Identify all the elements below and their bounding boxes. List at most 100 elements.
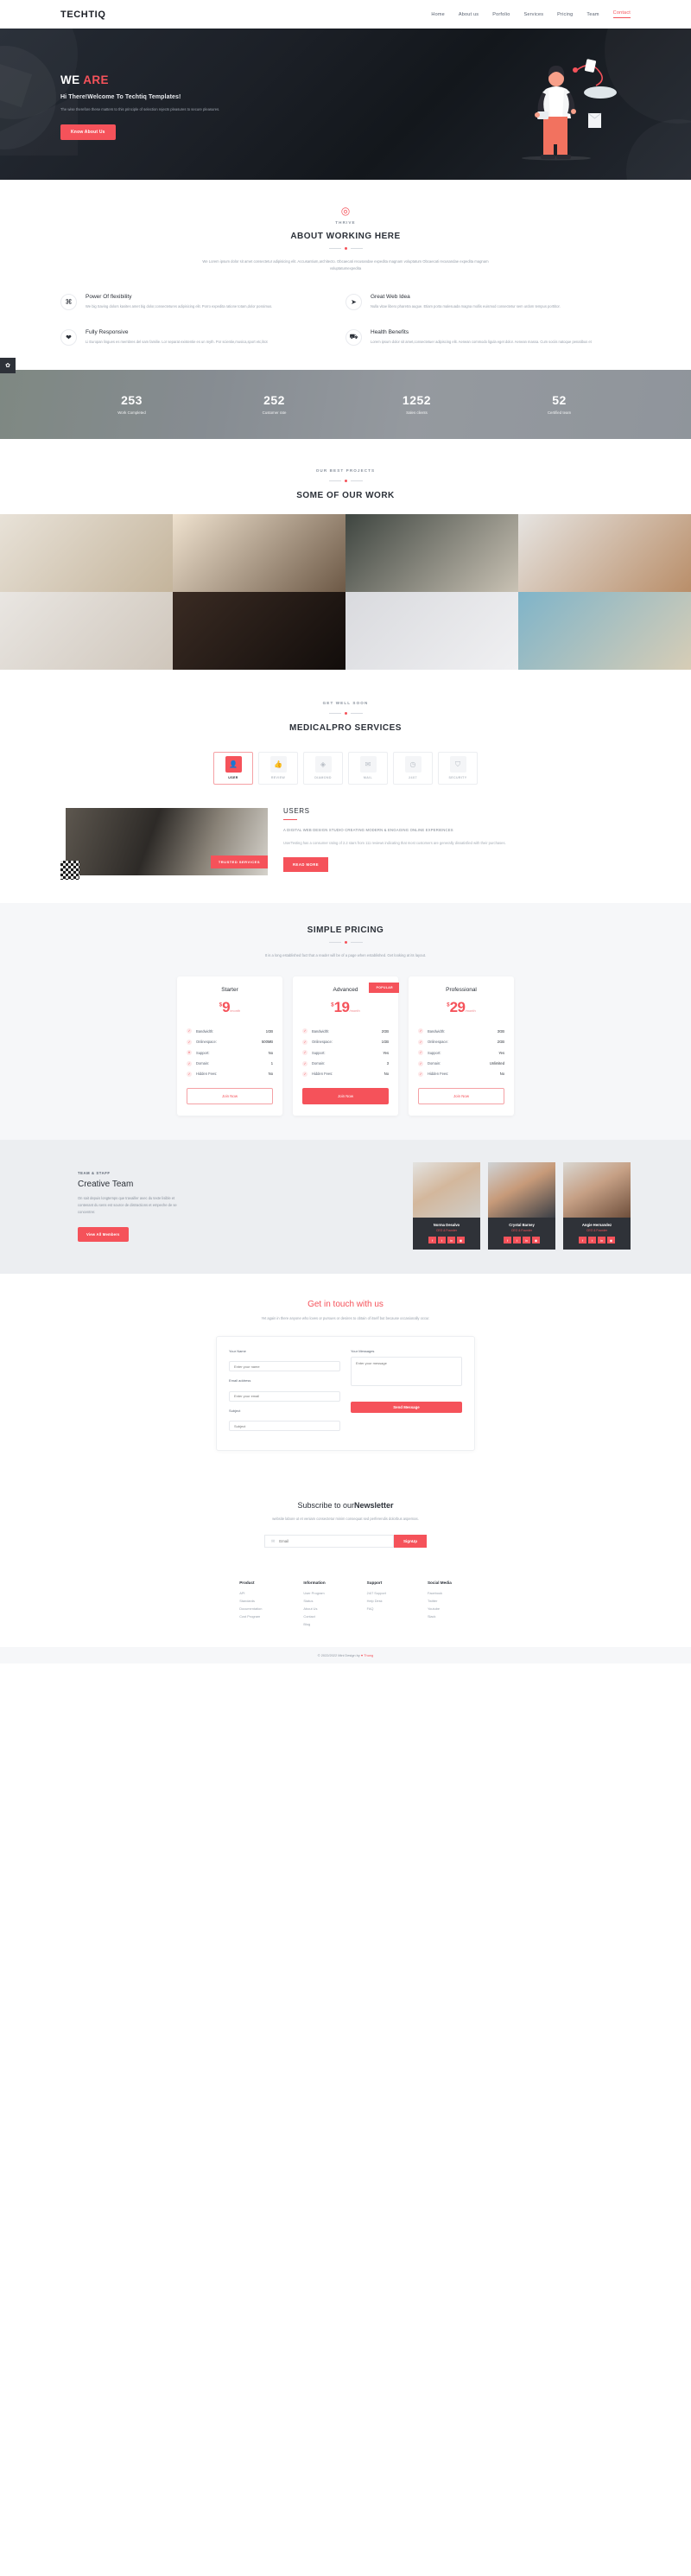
footer-link[interactable]: Blog — [303, 1622, 325, 1626]
name-input[interactable] — [229, 1361, 340, 1372]
footer-link[interactable]: API — [239, 1591, 262, 1595]
newsletter-email-input[interactable] — [279, 1539, 387, 1544]
pricing-subtitle: It is a long established fact that a rea… — [264, 952, 427, 957]
facebook-icon[interactable]: f — [428, 1237, 436, 1244]
twitter-icon[interactable]: t — [588, 1237, 596, 1244]
newsletter-signup-button[interactable]: SignUp — [394, 1535, 427, 1549]
service-panel-title: USERS — [283, 806, 310, 815]
portfolio-tile-dining-table[interactable] — [0, 591, 173, 670]
twitter-icon[interactable]: t — [513, 1237, 521, 1244]
nav-link-home[interactable]: Home — [431, 12, 444, 17]
portfolio-grid — [0, 513, 691, 670]
plan-amount: 29 — [449, 999, 466, 1016]
team-photo — [488, 1162, 555, 1218]
instagram-icon[interactable]: ◉ — [607, 1237, 615, 1244]
hero-kicker: WE ARE — [60, 73, 320, 86]
join-now-button[interactable]: Join Now — [302, 1088, 389, 1105]
footer-link[interactable]: About Us — [303, 1606, 325, 1611]
footer-link[interactable]: FAQ — [367, 1606, 386, 1611]
divider — [60, 940, 631, 944]
nav-link-services[interactable]: Services — [523, 12, 543, 17]
send-message-button[interactable]: Send Message — [351, 1401, 462, 1413]
plan-price: $9/month — [187, 999, 273, 1016]
nav-link-team[interactable]: Team — [586, 12, 599, 17]
view-all-members-button[interactable]: View All Members — [78, 1226, 129, 1242]
instagram-icon[interactable]: ◉ — [532, 1237, 540, 1244]
service-tab-mail[interactable]: ✉ MAIL — [348, 751, 388, 785]
about-description: We Lorem ipsum dolor sit amet consectetu… — [202, 259, 489, 271]
service-tab-security[interactable]: ⛉ SECURITY — [438, 751, 478, 785]
nav-link-pricing[interactable]: Pricing — [557, 12, 573, 17]
check-icon: ✓ — [187, 1071, 192, 1077]
portfolio-tile-man-jacket[interactable] — [173, 591, 346, 670]
plan-feature-label: Support: — [312, 1050, 326, 1055]
subject-label: Subject — [229, 1408, 241, 1413]
facebook-icon[interactable]: f — [504, 1237, 511, 1244]
copyright-pre: © 2022/2022 Mini Design by — [317, 1653, 361, 1658]
site-logo[interactable]: TECHTIQ — [60, 10, 105, 20]
join-now-button[interactable]: Join Now — [187, 1088, 273, 1105]
join-now-button[interactable]: Join Now — [418, 1088, 504, 1105]
portfolio-tile-woman-working[interactable] — [346, 513, 518, 592]
plan-feature-row: ✓ Onlinespace: 1GB — [302, 1037, 389, 1047]
nav-link-about-us[interactable]: About us — [459, 12, 479, 17]
portfolio-tile-wall-lamp[interactable] — [173, 513, 346, 592]
message-textarea[interactable] — [351, 1356, 462, 1386]
footer-link[interactable]: 24/7 Support — [367, 1591, 386, 1595]
gear-icon[interactable]: ✿ — [0, 357, 16, 373]
footer-link[interactable]: Twitter — [428, 1599, 452, 1603]
team-photo — [413, 1162, 480, 1218]
plan-period: /month — [465, 1008, 476, 1014]
portfolio-tile-beach-palms[interactable] — [518, 591, 691, 670]
service-tab-user[interactable]: 👤 USER — [213, 751, 253, 785]
service-tab-diamond[interactable]: ◈ DIAMOND — [303, 751, 343, 785]
footer-link[interactable]: Contact — [303, 1614, 325, 1619]
email-input[interactable] — [229, 1390, 340, 1402]
check-icon: ✓ — [187, 1060, 192, 1066]
service-tab-review[interactable]: 👍 REVIEW — [258, 751, 298, 785]
nav-link-porfolio[interactable]: Porfolio — [492, 12, 510, 17]
hero-cta-button[interactable]: Know About Us — [60, 124, 116, 140]
nav-link-contact[interactable]: Contact — [612, 10, 631, 18]
footer-link[interactable]: Facebook — [428, 1591, 452, 1595]
service-tab-label: SECURITY — [448, 776, 467, 780]
team-member-name: Norma Desalvo — [433, 1223, 460, 1228]
linkedin-icon[interactable]: in — [598, 1237, 605, 1244]
plan-feature-label: Bandwidth: — [196, 1028, 214, 1034]
message-label: Your Messages — [351, 1348, 375, 1353]
twitter-icon[interactable]: t — [438, 1237, 446, 1244]
team-section: TEAM & STAFF Creative Team On sait depui… — [0, 1140, 691, 1275]
service-tab-24x7[interactable]: ◷ 24X7 — [393, 751, 433, 785]
team-card: Crystal Barney CEO & Founder f t in ◉ — [488, 1162, 555, 1250]
linkedin-icon[interactable]: in — [447, 1237, 455, 1244]
facebook-icon[interactable]: f — [579, 1237, 586, 1244]
about-kicker: THRIVE — [335, 220, 356, 225]
subject-input[interactable] — [229, 1421, 340, 1432]
plan-feature-label: Hidden Fees: — [196, 1072, 218, 1077]
instagram-icon[interactable]: ◉ — [457, 1237, 465, 1244]
footer-link[interactable]: Youtube — [428, 1606, 452, 1611]
footer-link[interactable]: Slack — [428, 1614, 452, 1619]
portfolio-tile-sideboard-shelf[interactable] — [0, 513, 173, 592]
footer-link[interactable]: Cost Program — [239, 1614, 262, 1619]
footer-link[interactable]: Help Desk — [367, 1599, 386, 1603]
portfolio-tile-living-room-sofa[interactable] — [518, 513, 691, 592]
service-panel-body: UserTesting has a consumer rating of 2.2… — [283, 841, 506, 846]
copyright-link[interactable]: Thung — [364, 1653, 373, 1657]
footer-link[interactable]: Standards — [239, 1599, 262, 1603]
footer-column: Product API Standards Documentation Cost Pr… — [239, 1581, 262, 1630]
linkedin-icon[interactable]: in — [523, 1237, 530, 1244]
shield-icon: ⛉ — [449, 756, 466, 773]
command-icon: ⌘ — [60, 293, 77, 310]
check-icon: ✓ — [418, 1060, 423, 1066]
team-member-name: Angie Hernandez — [581, 1223, 612, 1228]
portfolio-tile-laptop-desk[interactable] — [346, 591, 518, 670]
footer-link[interactable]: Status — [303, 1599, 325, 1603]
plan-feature-value: Yes — [498, 1050, 504, 1055]
read-more-button[interactable]: READ MORE — [283, 857, 329, 873]
footer-link[interactable]: User Program — [303, 1591, 325, 1595]
team-member-role: CEO & Founder — [586, 1229, 608, 1233]
footer-link[interactable]: Documentation — [239, 1606, 262, 1611]
plan-feature-label: Hidden Fees: — [312, 1072, 333, 1077]
pricing-plan: POPULAR Advanced $19/month ✓ Bandwidth: … — [293, 976, 399, 1116]
